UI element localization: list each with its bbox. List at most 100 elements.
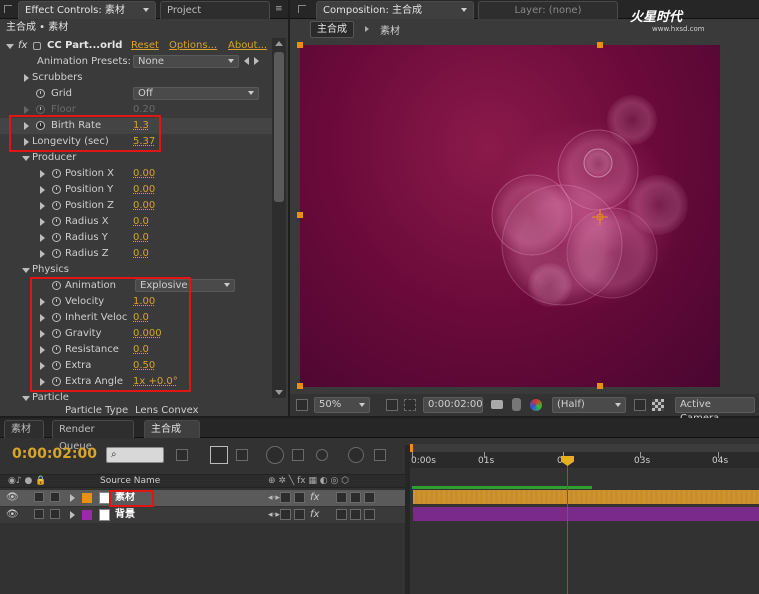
frame-blending-icon[interactable] — [292, 449, 304, 461]
layer-row[interactable]: 👁 背景 ◂·▸ fx — [0, 507, 410, 523]
color-channels-icon[interactable] — [530, 399, 542, 411]
frame-blend-switch-icon[interactable] — [336, 492, 347, 503]
comp-nav-subtab[interactable]: 素材 — [380, 22, 400, 37]
layer-bar-1[interactable] — [413, 490, 759, 504]
stopwatch-icon[interactable] — [52, 169, 61, 178]
lock-switch-icon[interactable] — [50, 509, 60, 519]
comp-handle-tc[interactable] — [597, 42, 603, 48]
tab-composition[interactable]: Composition: 主合成 — [316, 1, 474, 19]
chevron-down-icon[interactable] — [461, 8, 467, 12]
show-snapshot-icon[interactable] — [512, 398, 521, 411]
fx-icon[interactable]: fx — [310, 490, 319, 506]
options-link[interactable]: Options... — [169, 38, 217, 54]
layer-bar-2[interactable] — [413, 507, 759, 521]
time-ruler[interactable]: 0:00s01s02s03s04s — [410, 452, 759, 468]
producer-property-value[interactable]: 0.0 — [133, 214, 149, 230]
grid-dropdown[interactable]: Off — [133, 87, 259, 100]
collapse-switch-icon[interactable] — [280, 509, 291, 520]
motion-blur-switch-icon[interactable] — [350, 492, 361, 503]
current-time-display[interactable]: 0:00:02:00 — [423, 397, 483, 413]
grid-guides-icon[interactable] — [386, 399, 398, 411]
source-name-header[interactable]: Source Name — [100, 476, 160, 486]
timeline-tab[interactable]: 主合成 — [144, 420, 200, 438]
work-area-start-handle[interactable] — [410, 444, 413, 452]
effect-controls-scrollbar[interactable] — [272, 38, 286, 398]
timeline-tab[interactable]: 素材 — [4, 420, 44, 438]
graph-editor-icon[interactable] — [374, 449, 386, 461]
panel-menu-icon[interactable]: ≡ — [275, 4, 283, 14]
timeline-divider[interactable] — [405, 445, 410, 594]
expand-triangle-icon[interactable] — [24, 74, 29, 82]
collapse-triangle-icon[interactable] — [22, 396, 30, 401]
collapse-triangle-icon[interactable] — [6, 44, 14, 49]
producer-property-value[interactable]: 0.0 — [133, 230, 149, 246]
mask-visibility-icon[interactable] — [404, 399, 416, 411]
hide-shy-layers-icon[interactable] — [266, 446, 284, 464]
timeline-tab[interactable]: Render Queue — [52, 420, 134, 452]
scroll-down-icon[interactable] — [275, 390, 283, 395]
scrollbar-thumb[interactable] — [274, 52, 284, 202]
always-preview-icon[interactable] — [296, 399, 308, 411]
3d-switch-icon[interactable] — [364, 509, 375, 520]
scroll-up-icon[interactable] — [275, 41, 283, 46]
effect-toggle-icon[interactable] — [33, 42, 41, 50]
producer-property-value[interactable]: 0.00 — [133, 166, 155, 182]
lock-switch-icon[interactable] — [50, 492, 60, 502]
timeline-timecode[interactable]: 0:00:02:00 — [12, 446, 97, 462]
particle-type-value[interactable]: Lens Convex — [135, 406, 199, 416]
producer-property-value[interactable]: 0.0 — [133, 246, 149, 262]
quality-switch-icon[interactable] — [294, 509, 305, 520]
layer-search-input[interactable]: ⌕ — [106, 447, 164, 463]
comp-nav-tab[interactable]: 主合成 — [310, 21, 354, 38]
panel-grip-icon[interactable] — [4, 5, 12, 13]
expand-triangle-icon[interactable] — [70, 511, 75, 519]
expand-triangle-icon[interactable] — [40, 186, 45, 194]
stopwatch-icon[interactable] — [52, 249, 61, 258]
comp-handle-tl[interactable] — [297, 42, 303, 48]
comp-handle-bl[interactable] — [297, 383, 303, 389]
collapse-triangle-icon[interactable] — [22, 268, 30, 273]
stopwatch-icon[interactable] — [52, 201, 61, 210]
shy-switch-icon[interactable]: ◂·▸ — [268, 490, 280, 506]
composition-viewer[interactable] — [300, 45, 720, 387]
label-color-swatch[interactable] — [82, 493, 92, 503]
tab-layer[interactable]: Layer: (none) — [478, 1, 618, 19]
collapse-switch-icon[interactable] — [280, 492, 291, 503]
draft-3d-icon[interactable] — [236, 449, 248, 461]
expand-triangle-icon[interactable] — [70, 494, 75, 502]
preset-prev-icon[interactable] — [244, 57, 249, 65]
expand-triangle-icon[interactable] — [24, 106, 29, 114]
brainstorm-icon[interactable] — [348, 447, 364, 463]
comp-handle-bc[interactable] — [597, 383, 603, 389]
transparency-grid-icon[interactable] — [652, 399, 664, 411]
panel-grip-icon[interactable] — [298, 5, 306, 13]
comp-mini-flowchart-icon[interactable] — [176, 449, 188, 461]
expand-triangle-icon[interactable] — [40, 202, 45, 210]
quality-switch-icon[interactable] — [294, 492, 305, 503]
camera-dropdown[interactable]: Active Camera — [675, 397, 755, 424]
fx-icon[interactable]: fx — [310, 507, 319, 523]
work-area-bar[interactable] — [410, 444, 759, 452]
motion-blur-switch-icon[interactable] — [350, 509, 361, 520]
expand-triangle-icon[interactable] — [40, 250, 45, 258]
playhead-line[interactable] — [567, 456, 568, 594]
eye-icon[interactable]: 👁 — [6, 507, 19, 523]
frame-blend-switch-icon[interactable] — [336, 509, 347, 520]
stopwatch-icon[interactable] — [36, 89, 45, 98]
eye-icon[interactable]: 👁 — [6, 490, 19, 506]
about-link[interactable]: About... — [228, 38, 267, 54]
shy-switch-icon[interactable]: ◂·▸ — [268, 507, 280, 523]
solo-switch-icon[interactable] — [34, 492, 44, 502]
tab-project[interactable]: Project — [160, 1, 270, 19]
tab-effect-controls[interactable]: Effect Controls: 素材 — [18, 1, 156, 19]
resolution-dropdown[interactable]: (Half) — [552, 397, 626, 413]
stopwatch-icon[interactable] — [52, 233, 61, 242]
motion-blur-icon[interactable] — [316, 449, 328, 461]
producer-property-value[interactable]: 0.00 — [133, 182, 155, 198]
label-color-swatch[interactable] — [82, 510, 92, 520]
camera-snapshot-icon[interactable] — [491, 400, 503, 409]
preset-next-icon[interactable] — [254, 57, 259, 65]
fx-icon[interactable]: fx — [18, 38, 27, 54]
expand-triangle-icon[interactable] — [40, 218, 45, 226]
expand-triangle-icon[interactable] — [40, 170, 45, 178]
